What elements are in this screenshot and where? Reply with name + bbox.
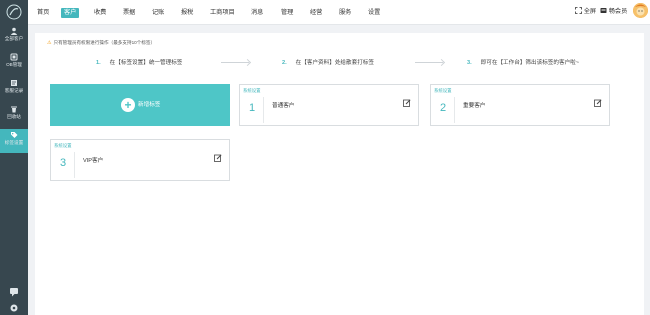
tag-card-normal[interactable]: 系统设置 1 普通客户 — [239, 84, 419, 126]
step-3: 3. 即可在【工作台】筛出该标签的客户啦~ — [467, 58, 579, 68]
notice-text: 只有管理员有权限进行操作（最多支持10个标签） — [53, 40, 156, 45]
member-label: 畅会员 — [608, 8, 628, 15]
record-icon — [11, 80, 17, 86]
ob-icon — [10, 53, 18, 61]
step-number: 2. — [282, 60, 287, 66]
system-badge: 系统设置 — [54, 143, 72, 148]
nav-customers[interactable]: 客户 — [61, 8, 80, 18]
sidebar-item-service-records[interactable]: 客服记录 — [0, 77, 28, 101]
permission-notice: ⚠ 只有管理员有权限进行操作（最多支持10个标签） — [47, 39, 155, 47]
chat-icon[interactable] — [9, 287, 19, 297]
fullscreen-label: 全屏 — [583, 8, 597, 15]
divider — [454, 97, 455, 123]
sidebar-item-recycle-bin[interactable]: 回收站 — [0, 103, 28, 127]
tag-name: 普通客户 — [272, 103, 295, 109]
step-text: 即可在【工作台】筛出该标签的客户啦~ — [480, 60, 580, 66]
edit-icon[interactable] — [594, 99, 602, 107]
warning-icon: ⚠ — [47, 40, 52, 46]
sidebar: 全部客户 OB管理 客服记录 回收站 标签设置 — [0, 0, 28, 315]
settings-icon[interactable] — [9, 303, 19, 313]
member-button[interactable]: 畅会员 — [600, 7, 627, 17]
tag-index: 3 — [60, 157, 67, 169]
top-navigation: 首页 客户 收费 票据 记账 报税 工商项目 消息 管理 经营 服务 设置 全屏… — [28, 0, 650, 25]
fullscreen-button[interactable]: 全屏 — [575, 7, 596, 17]
tag-name: VIP客户 — [83, 158, 104, 164]
nav-management[interactable]: 管理 — [281, 8, 293, 18]
trash-icon — [11, 106, 17, 113]
sidebar-item-label: OB管理 — [6, 62, 22, 67]
step-2: 2. 在【客户资料】处给散套打标签 — [282, 58, 374, 68]
nav-settings[interactable]: 设置 — [368, 8, 380, 18]
tag-index: 2 — [440, 102, 447, 114]
nav-bookkeeping[interactable]: 记账 — [152, 8, 164, 18]
avatar[interactable] — [633, 3, 648, 18]
nav-services[interactable]: 服务 — [339, 8, 351, 18]
nav-business-projects[interactable]: 工商项目 — [210, 8, 235, 18]
sidebar-item-ob[interactable]: OB管理 — [0, 51, 28, 75]
step-1: 1. 在【标签设置】统一管理标签 — [96, 58, 182, 68]
tag-settings-panel: ⚠ 只有管理员有权限进行操作（最多支持10个标签） 1. 在【标签设置】统一管理标签… — [35, 33, 644, 315]
system-badge: 系统设置 — [243, 88, 261, 93]
tag-card-vip[interactable]: 系统设置 3 VIP客户 — [50, 139, 230, 181]
step-number: 1. — [96, 60, 101, 66]
avatar-face-icon — [633, 3, 648, 18]
fullscreen-icon — [575, 7, 582, 14]
plus-icon: + — [121, 98, 135, 112]
sidebar-item-label: 回收站 — [7, 114, 21, 119]
tag-card-important[interactable]: 系统设置 2 重要客户 — [430, 84, 610, 126]
sidebar-item-label: 客服记录 — [4, 88, 24, 93]
step-arrow — [415, 62, 443, 63]
nav-fees[interactable]: 收费 — [94, 8, 106, 18]
step-text: 在【客户资料】处给散套打标签 — [295, 60, 374, 66]
nav-messages[interactable]: 消息 — [251, 8, 263, 18]
nav-receipts[interactable]: 票据 — [123, 8, 135, 18]
nav-home[interactable]: 首页 — [37, 8, 49, 18]
sidebar-item-tag-settings[interactable]: 标签设置 — [0, 129, 28, 153]
edit-icon[interactable] — [214, 154, 222, 162]
step-arrow — [221, 62, 249, 63]
sidebar-item-label: 全部客户 — [4, 36, 24, 41]
add-tag-button[interactable]: + 新增标签 — [50, 84, 230, 126]
step-text: 在【标签设置】统一管理标签 — [109, 60, 183, 66]
system-badge: 系统设置 — [434, 88, 452, 93]
step-number: 3. — [467, 60, 472, 66]
tag-name: 重要客户 — [463, 103, 486, 109]
tag-icon — [11, 132, 18, 138]
add-tag-label: 新增标签 — [138, 102, 161, 108]
member-icon — [600, 8, 607, 13]
nav-tax-filing[interactable]: 报税 — [181, 8, 193, 18]
app-logo-icon[interactable] — [5, 3, 23, 21]
divider — [263, 97, 264, 123]
sidebar-item-label: 标签设置 — [4, 140, 24, 145]
sidebar-item-all-customers[interactable]: 全部客户 — [0, 25, 28, 49]
tag-index: 1 — [249, 102, 256, 114]
divider — [74, 152, 75, 178]
users-icon — [10, 27, 18, 35]
edit-icon[interactable] — [403, 99, 411, 107]
nav-operations[interactable]: 经营 — [310, 8, 322, 18]
